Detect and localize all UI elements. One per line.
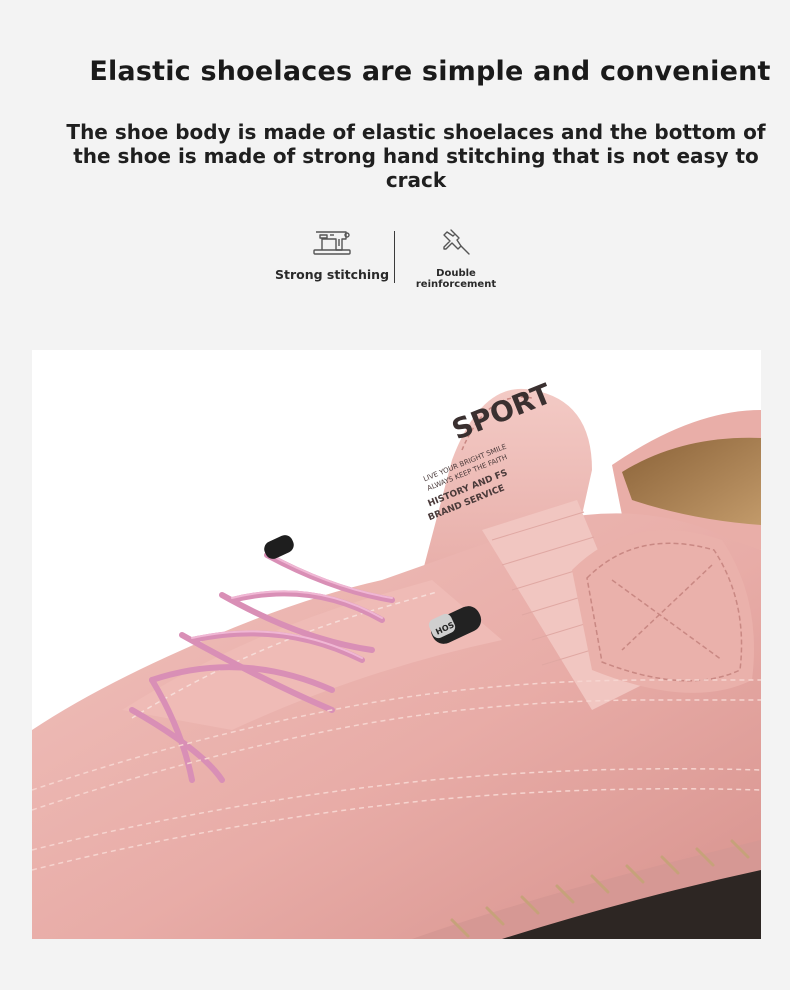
product-photo: SPORT LIVE YOUR BRIGHT SMILE ALWAYS KEEP… xyxy=(32,350,761,939)
feature-double-reinforcement: Double reinforcement xyxy=(404,226,508,290)
pushpin-icon xyxy=(443,229,470,255)
shoe-illustration: SPORT LIVE YOUR BRIGHT SMILE ALWAYS KEEP… xyxy=(32,377,761,939)
feature-row: Strong stitching Double reinforcement xyxy=(0,226,790,296)
feature-label: Strong stitching xyxy=(274,267,390,282)
feature-label: Double reinforcement xyxy=(415,268,497,290)
sewing-machine-icon xyxy=(313,231,351,255)
feature-strong-stitching: Strong stitching xyxy=(270,226,394,282)
headline: Elastic shoelaces are simple and conveni… xyxy=(89,56,771,87)
subline: The shoe body is made of elastic shoelac… xyxy=(66,120,766,192)
feature-divider xyxy=(394,231,395,283)
